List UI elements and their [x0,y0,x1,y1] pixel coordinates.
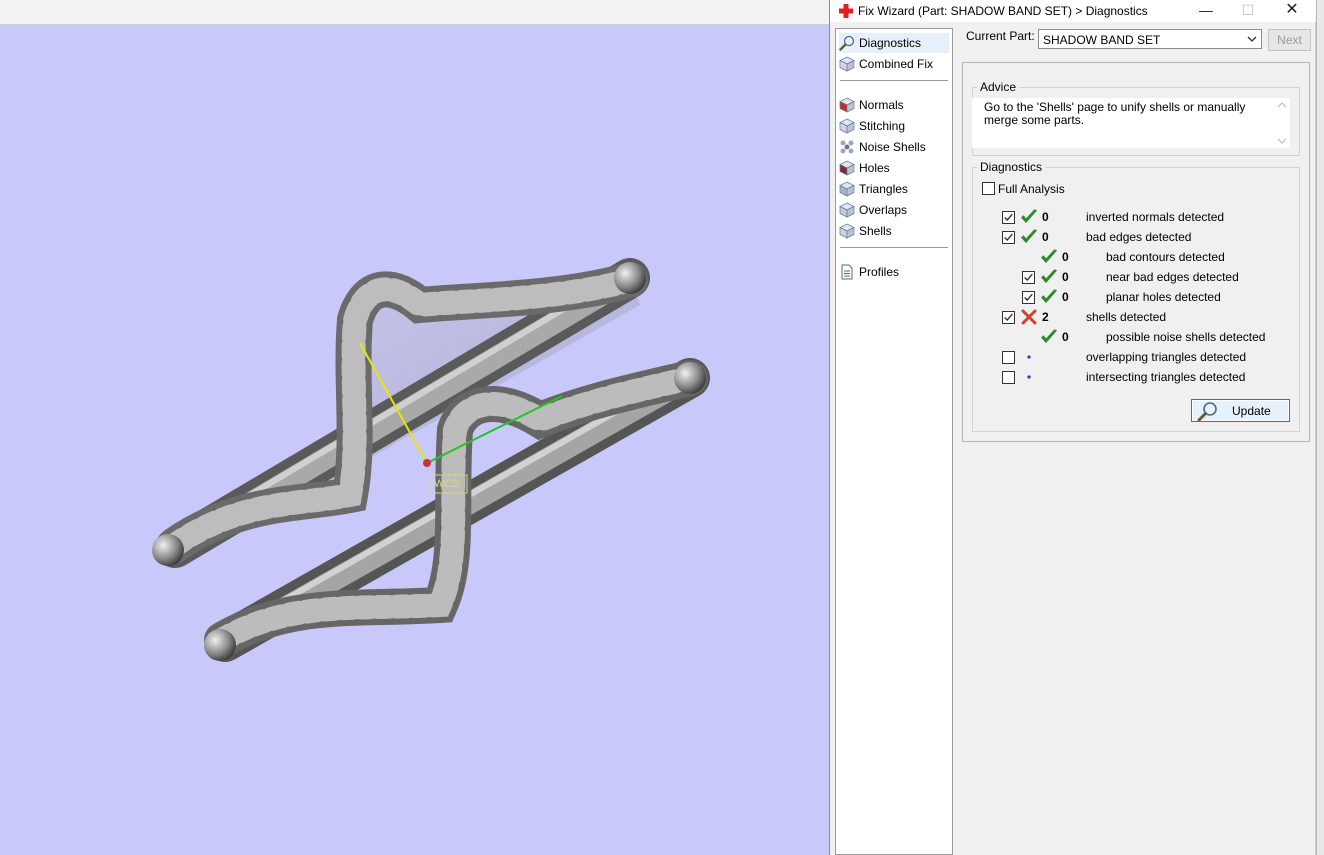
model-render [152,258,710,662]
stitching-cube-icon [839,118,855,134]
wcs-label: WCS [434,478,460,490]
nav-separator [840,80,948,81]
diagnostic-label: shells detected [1086,310,1167,324]
nav-item-overlaps[interactable]: Overlaps [839,200,949,220]
nav-item-label: Holes [859,161,890,175]
nav-item-label: Shells [859,224,892,238]
close-icon: ✕ [1285,1,1299,18]
nav-item-holes[interactable]: Holes [839,158,949,178]
check-icon [1040,249,1058,265]
nav-item-profiles[interactable]: Profiles [839,262,949,282]
check-icon [1020,229,1038,245]
holes-cube-icon [839,160,855,176]
diagnostic-checkbox[interactable] [1002,371,1015,384]
full-analysis-label: Full Analysis [998,182,1065,196]
check-icon [1040,289,1058,305]
page-navigation: Diagnostics Combined Fix Normals Stitchi… [835,28,953,855]
nav-item-noise-shells[interactable]: Noise Shells [839,137,949,157]
window-title: Fix Wizard (Part: SHADOW BAND SET) > Dia… [858,4,1148,18]
noise-shells-icon [839,139,855,155]
diagnostic-count: 0 [1062,250,1069,264]
diagnostic-label: bad contours detected [1106,250,1225,264]
triangles-cube-icon [839,181,855,197]
advice-text: Go to the 'Shells' page to unify shells … [972,98,1289,148]
diagnostic-label: intersecting triangles detected [1086,370,1246,384]
dot-icon [1020,369,1038,385]
diagnostic-count: 0 [1062,270,1069,284]
next-button[interactable]: Next [1268,29,1311,51]
diagnostic-checkbox[interactable] [1002,311,1015,324]
diagnostic-checkbox[interactable] [1002,351,1015,364]
diagnostic-label: near bad edges detected [1106,270,1239,284]
update-label: Update [1232,404,1271,418]
diagnostic-checkbox[interactable] [1002,231,1015,244]
nav-item-stitching[interactable]: Stitching [839,116,949,136]
magnifier-icon [1197,402,1217,421]
diagnostics-legend: Diagnostics [980,160,1043,174]
diagnostic-count: 0 [1062,290,1069,304]
current-part-value: SHADOW BAND SET [1043,33,1161,47]
nav-item-label: Normals [859,98,904,112]
nav-item-label: Combined Fix [859,57,934,71]
update-button[interactable]: Update [1191,399,1290,422]
nav-item-label: Triangles [859,182,908,196]
nav-item-diagnostics[interactable]: Diagnostics [839,33,949,53]
close-button[interactable]: ✕ [1272,0,1312,22]
nav-item-label: Overlaps [859,203,908,217]
nav-item-shells[interactable]: Shells [839,221,949,241]
red-cross-icon [839,4,853,18]
cube-icon [839,56,855,72]
advice-legend: Advice [980,80,1017,94]
shells-cube-icon [839,223,855,239]
fix-wizard-dialog: Fix Wizard (Part: SHADOW BAND SET) > Dia… [829,0,1316,855]
magnifier-icon [839,35,855,51]
diagnostic-label: possible noise shells detected [1106,330,1266,344]
normals-cube-icon [839,97,855,113]
minimize-button[interactable]: — [1186,0,1226,22]
dot-icon [1020,349,1038,365]
nav-separator [840,247,948,248]
nav-item-label: Noise Shells [859,140,926,154]
overlaps-cube-icon [839,202,855,218]
advice-scrollbar[interactable] [1274,99,1290,147]
app-top-strip [0,0,830,25]
nav-item-label: Diagnostics [859,36,922,50]
nav-item-combined-fix[interactable]: Combined Fix [839,54,949,74]
check-icon [1040,269,1058,285]
diagnostic-count: 0 [1062,330,1069,344]
diagnostic-label: bad edges detected [1086,230,1192,244]
document-icon [839,264,855,280]
current-part-label: Current Part: [966,29,1035,43]
diagnostic-checkbox[interactable] [1002,211,1015,224]
diagnostic-label: planar holes detected [1106,290,1221,304]
diagnostic-count: 0 [1042,230,1049,244]
3d-viewport[interactable]: WCS [0,25,830,855]
minimize-icon: — [1199,2,1213,18]
check-icon [1040,329,1058,345]
current-part-select[interactable]: SHADOW BAND SET [1038,29,1262,49]
maximize-icon: ☐ [1241,2,1255,18]
diagnostic-count: 0 [1042,210,1049,224]
nav-item-label: Stitching [859,119,906,133]
diagnostic-checkbox[interactable] [1022,271,1035,284]
diagnostic-checkbox[interactable] [1022,291,1035,304]
chevron-down-icon [1247,36,1257,42]
background-app-edge [1316,0,1324,855]
diagnostic-count: 2 [1042,310,1049,324]
maximize-button[interactable]: ☐ [1228,0,1268,22]
title-bar[interactable]: Fix Wizard (Part: SHADOW BAND SET) > Dia… [830,0,1316,22]
nav-item-triangles[interactable]: Triangles [839,179,949,199]
check-icon [1020,209,1038,225]
diagnostic-label: inverted normals detected [1086,210,1225,224]
diagnostic-label: overlapping triangles detected [1086,350,1247,364]
full-analysis-checkbox[interactable] [982,182,995,195]
error-x-icon [1020,309,1038,325]
nav-item-normals[interactable]: Normals [839,95,949,115]
nav-item-label: Profiles [859,265,900,279]
